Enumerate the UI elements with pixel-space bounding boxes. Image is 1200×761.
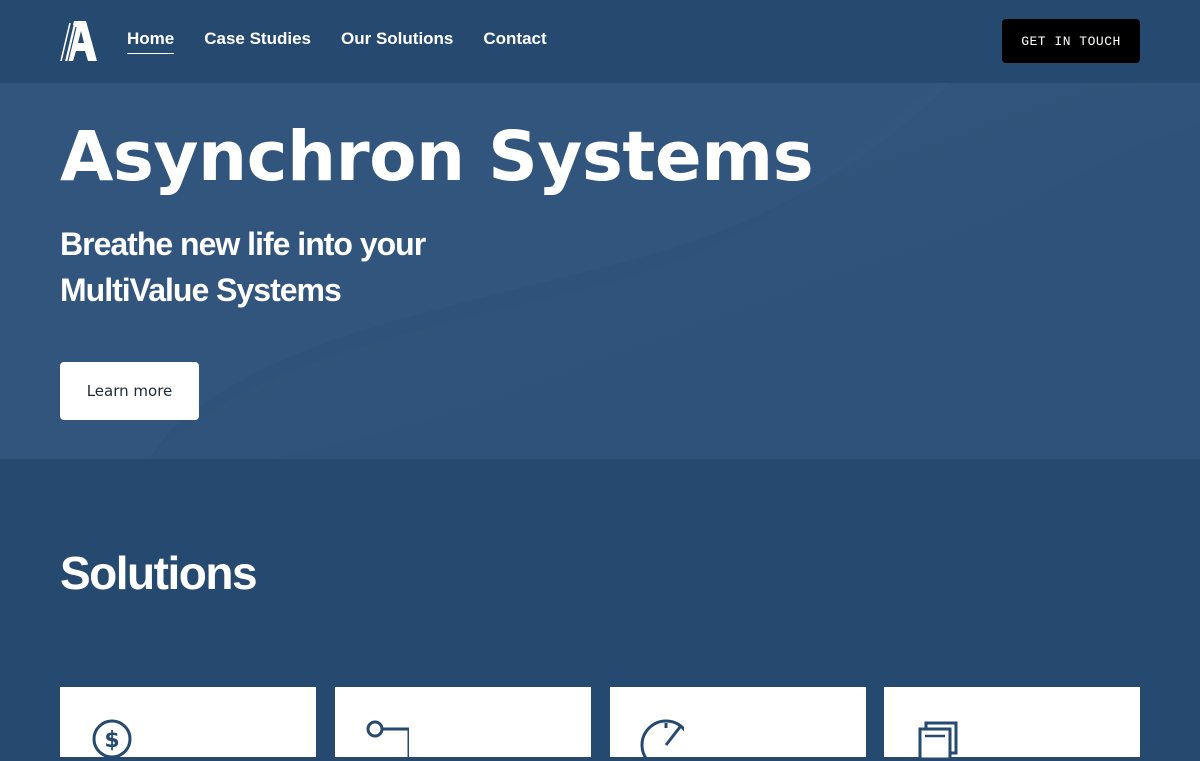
hero-subtitle: Breathe new life into your MultiValue Sy…: [60, 226, 426, 308]
main-nav: Home Case Studies Our Solutions Contact: [127, 29, 577, 54]
nav-home[interactable]: Home: [127, 29, 175, 54]
solution-card-1[interactable]: $: [60, 687, 316, 759]
learn-more-button[interactable]: Learn more: [60, 362, 199, 420]
nav-contact[interactable]: Contact: [483, 29, 546, 54]
solution-card-2[interactable]: [335, 687, 591, 761]
solution-card-3[interactable]: [610, 687, 866, 761]
site-header: Home Case Studies Our Solutions Contact …: [0, 0, 1200, 83]
svg-text:$: $: [104, 728, 119, 753]
get-in-touch-button[interactable]: GET IN TOUCH: [1002, 19, 1140, 63]
speedometer-icon: [640, 719, 684, 761]
hero-section: Asynchron Systems Breathe new life into …: [0, 83, 1200, 459]
stacked-documents-icon: [918, 721, 958, 761]
asynchron-logo-icon[interactable]: [60, 21, 98, 61]
solution-card-4[interactable]: [884, 687, 1140, 761]
hero-title: Asynchron Systems: [60, 117, 814, 197]
nav-case-studies[interactable]: Case Studies: [204, 29, 311, 54]
dollar-coin-icon: $: [92, 719, 132, 759]
solutions-heading: Solutions: [60, 547, 258, 599]
connector-node-icon: [366, 720, 409, 761]
nav-our-solutions[interactable]: Our Solutions: [341, 29, 453, 54]
